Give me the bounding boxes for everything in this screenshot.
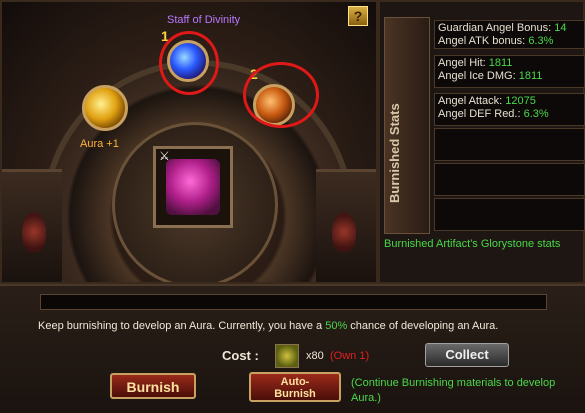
stat-row: Angel Ice DMG: 1811 [438, 70, 543, 82]
left-flame [22, 212, 46, 252]
cost-quantity: x80 [306, 350, 324, 362]
stat-row: Angel ATK bonus: 6.3% [438, 35, 554, 47]
stat-box-empty-2 [434, 163, 585, 196]
stat-box-3: Angel Attack: 12075 Angel DEF Red.: 6.3% [434, 93, 585, 126]
right-flame [332, 212, 356, 252]
aura-gem-slot[interactable] [82, 85, 128, 131]
stat-box-2: Angel Hit: 1811 Angel Ice DMG: 1811 [434, 55, 585, 88]
auto-burnish-label-2: Burnish [274, 388, 316, 400]
burnish-progress-bar [40, 294, 547, 310]
artifact-name: Staff of Divinity [167, 14, 241, 26]
help-button[interactable]: ? [348, 6, 368, 26]
cost-label: Cost : [222, 348, 259, 363]
stats-panel: Burnished Stats Guardian Angel Bonus: 14… [378, 0, 585, 284]
artifact-display: Staff of Divinity 1 2 Aura +1 ⚔ ? [0, 0, 378, 284]
artifact-slot[interactable]: ⚔ [153, 146, 233, 228]
stat-row: Angel Hit: 1811 [438, 57, 513, 69]
auto-burnish-label-1: Auto- [280, 376, 310, 388]
aura-label: Aura +1 [80, 138, 119, 150]
stat-row: Angel Attack: 12075 [438, 95, 536, 107]
stat-row: Angel DEF Red.: 6.3% [438, 108, 549, 120]
stat-box-empty-1 [434, 128, 585, 161]
aura-chance-percent: 50% [325, 320, 348, 332]
material-icon [275, 344, 299, 368]
cost-owned: (Own 1) [330, 350, 370, 362]
crossed-swords-icon: ⚔ [159, 149, 170, 163]
auto-burnish-button[interactable]: Auto- Burnish [249, 372, 341, 402]
burnish-button[interactable]: Burnish [110, 373, 196, 399]
artifact-icon [166, 159, 220, 215]
burnished-stats-tab-label: Burnished Stats [387, 103, 402, 203]
stat-box-1: Guardian Angel Bonus: 14 Angel ATK bonus… [434, 20, 585, 49]
burnish-controls: Keep burnishing to develop an Aura. Curr… [0, 284, 585, 413]
burnished-stats-tab[interactable]: Burnished Stats [384, 17, 430, 234]
highlight-ring-1 [159, 31, 219, 95]
highlight-ring-2 [243, 62, 319, 128]
glorystone-stats-label: Burnished Artifact's Glorystone stats [384, 238, 561, 250]
stat-row: Guardian Angel Bonus: 14 [438, 22, 567, 34]
collect-button[interactable]: Collect [425, 343, 509, 367]
aura-chance-message: Keep burnishing to develop an Aura. Curr… [38, 320, 499, 332]
stat-box-empty-3 [434, 198, 585, 231]
continue-burnishing-note: (Continue Burnishing materials to develo… [351, 377, 556, 404]
